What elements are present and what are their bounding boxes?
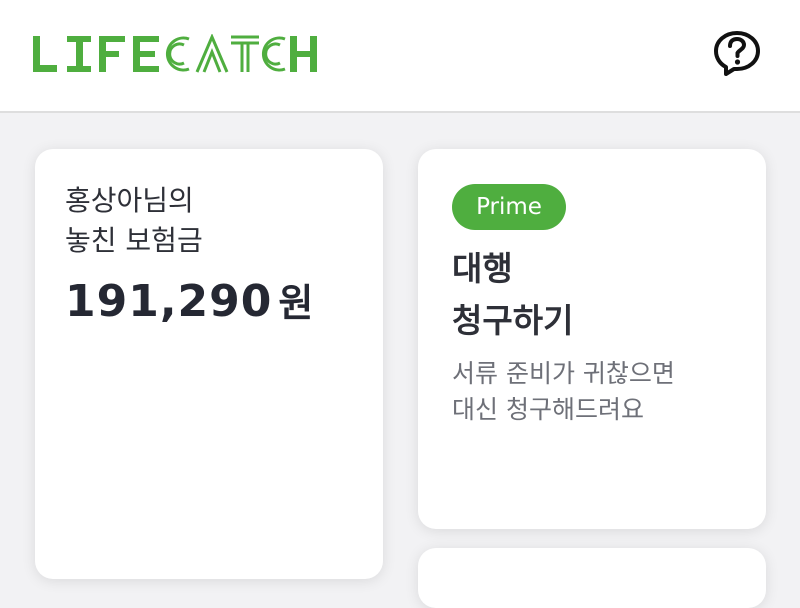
missed-insurance-title: 홍상아님의 놓친 보험금 [65, 181, 203, 261]
proxy-claim-description: 서류 준비가 귀찮으면 대신 청구해드려요 [452, 356, 675, 428]
proxy-claim-card[interactable]: Prime 대행 청구하기 서류 준비가 귀찮으면 대신 청구해드려요 [418, 149, 766, 529]
amount-unit: 원 [278, 281, 314, 325]
missed-amount: 191,290 원 [65, 274, 313, 339]
title-line: 대행 [452, 249, 513, 288]
title-line: 청구하기 [452, 301, 574, 340]
description-line: 서류 준비가 귀찮으면 [452, 359, 675, 388]
title-line: 놓친 보험금 [65, 224, 203, 257]
amount-value: 191,290 [65, 276, 273, 327]
title-line: 홍상아님의 [65, 184, 194, 217]
missed-insurance-card[interactable]: 홍상아님의 놓친 보험금 191,290 원 [35, 149, 383, 579]
app-header [0, 0, 800, 113]
proxy-claim-title: 대행 청구하기 [452, 243, 573, 347]
prime-badge: Prime [452, 184, 566, 230]
description-line: 대신 청구해드려요 [452, 395, 644, 424]
lifecatch-logo [33, 34, 317, 73]
next-card[interactable] [418, 548, 766, 608]
question-bubble-icon[interactable] [712, 29, 762, 77]
